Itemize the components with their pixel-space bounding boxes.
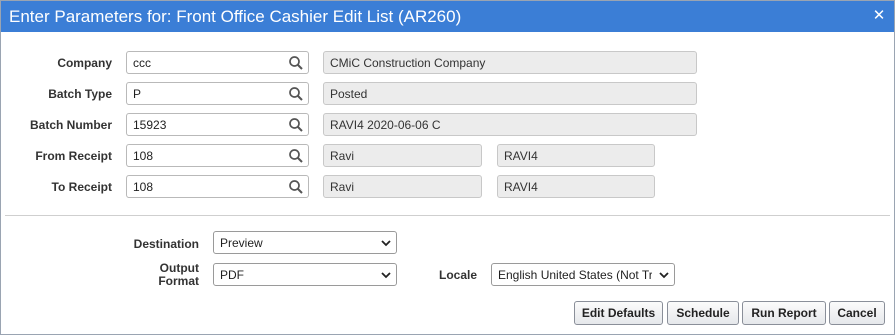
output-format-select[interactable]: PDF (213, 263, 397, 286)
batch-number-field[interactable] (126, 113, 309, 136)
batch-type-label: Batch Type (48, 87, 112, 101)
edit-defaults-button[interactable]: Edit Defaults (574, 301, 663, 325)
locale-select[interactable]: English United States (Not Tra (491, 263, 675, 286)
from-receipt-label: From Receipt (35, 149, 112, 163)
destination-label: Destination (133, 237, 199, 251)
from-receipt-description-2: RAVI4 (497, 144, 655, 167)
title-bar: Enter Parameters for: Front Office Cashi… (1, 1, 894, 32)
destination-select[interactable]: Preview (213, 231, 397, 254)
output-format-value: PDF (220, 268, 244, 282)
locale-label: Locale (438, 268, 477, 282)
batch-number-label: Batch Number (29, 118, 112, 132)
destination-value: Preview (220, 236, 263, 250)
from-receipt-input[interactable] (133, 148, 283, 163)
schedule-button[interactable]: Schedule (667, 301, 739, 325)
chevron-down-icon (381, 272, 391, 279)
to-receipt-description-1: Ravi (323, 175, 482, 198)
to-receipt-field[interactable] (126, 175, 309, 198)
batch-type-input[interactable] (133, 86, 283, 101)
section-divider (5, 215, 890, 216)
output-format-label-line2: Format (158, 274, 199, 288)
to-receipt-input[interactable] (133, 179, 283, 194)
company-description: CMiC Construction Company (323, 51, 697, 74)
to-receipt-description-2: RAVI4 (497, 175, 655, 198)
dialog-title: Enter Parameters for: Front Office Cashi… (9, 7, 462, 26)
batch-type-field[interactable] (126, 82, 309, 105)
search-icon[interactable] (288, 86, 304, 102)
to-receipt-label: To Receipt (51, 180, 112, 194)
search-icon[interactable] (288, 55, 304, 71)
company-input[interactable] (133, 55, 283, 70)
close-icon[interactable]: ✕ (870, 7, 888, 25)
company-label: Company (57, 56, 112, 70)
run-report-button[interactable]: Run Report (742, 301, 826, 325)
output-format-label: Output Format (101, 262, 199, 288)
locale-value: English United States (Not Tra (498, 268, 652, 282)
chevron-down-icon (659, 272, 669, 279)
from-receipt-description-1: Ravi (323, 144, 482, 167)
batch-number-input[interactable] (133, 117, 283, 132)
from-receipt-field[interactable] (126, 144, 309, 167)
search-icon[interactable] (288, 148, 304, 164)
batch-number-description: RAVI4 2020-06-06 C (323, 113, 697, 136)
company-field[interactable] (126, 51, 309, 74)
chevron-down-icon (381, 240, 391, 247)
batch-type-description: Posted (323, 82, 697, 105)
cancel-button[interactable]: Cancel (829, 301, 885, 325)
search-icon[interactable] (288, 117, 304, 133)
parameters-dialog: Enter Parameters for: Front Office Cashi… (0, 0, 895, 335)
search-icon[interactable] (288, 179, 304, 195)
